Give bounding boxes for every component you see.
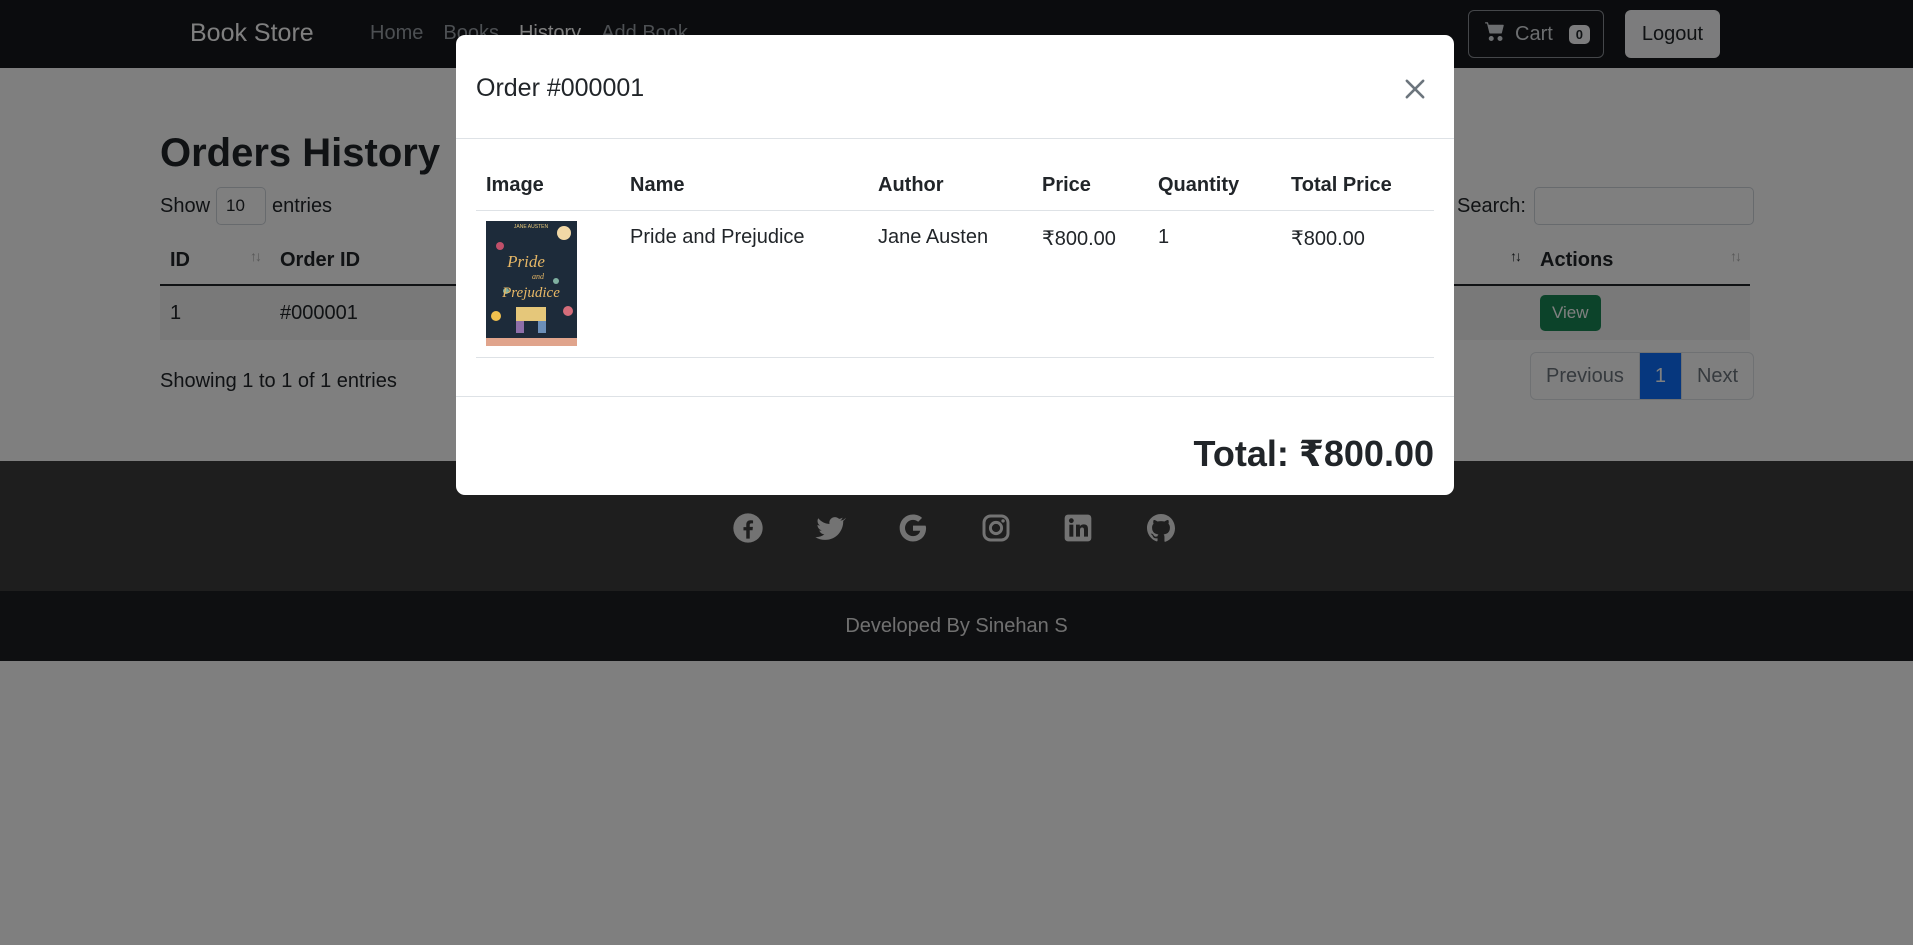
modal-footer-divider [456,396,1454,397]
order-items-table: Image Name Author Price Quantity Total P… [476,162,1434,358]
close-icon[interactable] [1401,75,1429,103]
cell-author: Jane Austen [868,210,1032,358]
cell-total-price: ₹800.00 [1281,210,1434,358]
book-cover-title-line3: Prejudice [501,285,560,301]
modal-title: Order #000001 [476,74,645,102]
cell-image: JANE AUSTEN Pride and Prejudice [476,210,620,358]
book-cover-title-line2: and [532,272,545,281]
modal-header-divider [456,138,1454,139]
cell-price: ₹800.00 [1032,210,1148,358]
order-total: Total: ₹800.00 [1193,433,1434,474]
book-cover-author: JANE AUSTEN [514,224,549,230]
column-header-author: Author [868,162,1032,211]
cell-quantity: 1 [1148,210,1281,358]
column-header-quantity: Quantity [1148,162,1281,211]
column-header-image: Image [476,162,620,211]
cell-name: Pride and Prejudice [620,210,868,358]
column-header-name: Name [620,162,868,211]
order-modal: Order #000001 Image Name Author Price Qu… [456,35,1454,495]
book-cover-title-line1: Pride [506,252,545,271]
column-header-price: Price [1032,162,1148,211]
column-header-total-price: Total Price [1281,162,1434,211]
book-cover-image: JANE AUSTEN Pride and Prejudice [486,220,577,346]
table-row: JANE AUSTEN Pride and Prejudice Pride an… [476,210,1434,358]
